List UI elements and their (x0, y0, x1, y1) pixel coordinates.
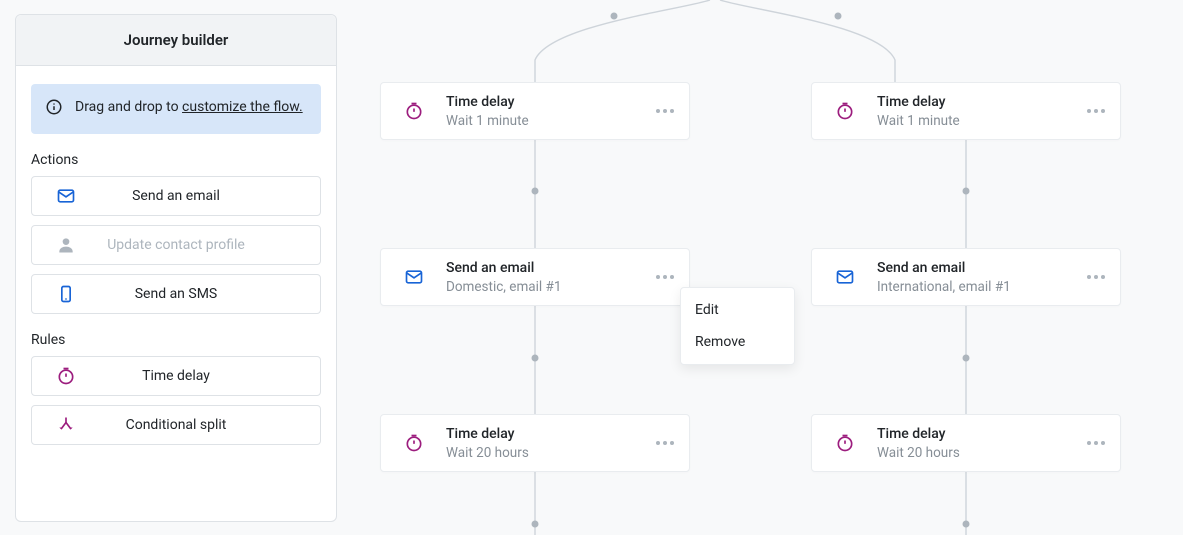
info-icon (45, 98, 63, 120)
node-time-delay[interactable]: Time delay Wait 1 minute (380, 82, 690, 140)
more-icon (656, 441, 674, 445)
more-icon (1087, 441, 1105, 445)
node-menu-button[interactable] (641, 109, 689, 113)
timer-icon (381, 433, 446, 453)
rule-conditional-split[interactable]: Conditional split (31, 405, 321, 445)
node-subtitle: Wait 1 minute (877, 113, 1064, 129)
node-time-delay[interactable]: Time delay Wait 20 hours (811, 414, 1121, 472)
node-subtitle: Wait 1 minute (446, 113, 633, 129)
node-subtitle: Wait 20 hours (877, 445, 1064, 461)
node-subtitle: Wait 20 hours (446, 445, 633, 461)
flow-canvas: Time delay Wait 1 minute Send an email D… (350, 0, 1183, 535)
more-icon (1087, 275, 1105, 279)
email-icon (32, 186, 100, 206)
node-menu-button[interactable] (1072, 109, 1120, 113)
node-title: Time delay (446, 426, 633, 442)
rule-label: Time delay (100, 368, 320, 384)
node-menu-button[interactable] (1072, 441, 1120, 445)
action-send-sms[interactable]: Send an SMS (31, 274, 321, 314)
rule-label: Conditional split (100, 417, 320, 433)
action-update-profile: Update contact profile (31, 225, 321, 265)
phone-icon (32, 284, 100, 304)
node-title: Send an email (877, 260, 1064, 276)
rule-time-delay[interactable]: Time delay (31, 356, 321, 396)
email-icon (381, 267, 446, 287)
info-banner: Drag and drop to customize the flow. (31, 84, 321, 134)
action-label: Send an email (100, 188, 320, 204)
email-icon (812, 267, 877, 287)
rules-list: Time delay Conditional split (16, 356, 336, 463)
timer-icon (812, 433, 877, 453)
more-icon (1087, 109, 1105, 113)
timer-icon (812, 101, 877, 121)
info-text: Drag and drop to customize the flow. (75, 98, 303, 117)
info-link[interactable]: customize the flow. (182, 99, 303, 115)
node-title: Time delay (877, 426, 1064, 442)
sidebar: Journey builder Drag and drop to customi… (15, 14, 337, 522)
node-body: Time delay Wait 1 minute (877, 94, 1072, 129)
node-body: Time delay Wait 20 hours (446, 426, 641, 461)
node-time-delay[interactable]: Time delay Wait 1 minute (811, 82, 1121, 140)
menu-item-remove[interactable]: Remove (681, 326, 794, 358)
node-menu-button[interactable] (641, 441, 689, 445)
node-body: Send an email Domestic, email #1 (446, 260, 641, 295)
node-title: Send an email (446, 260, 633, 276)
context-menu: Edit Remove (680, 287, 795, 365)
split-icon (32, 415, 100, 435)
action-label: Send an SMS (100, 286, 320, 302)
info-text-prefix: Drag and drop to (75, 99, 182, 115)
node-title: Time delay (877, 94, 1064, 110)
action-send-email[interactable]: Send an email (31, 176, 321, 216)
rules-label: Rules (16, 332, 336, 356)
node-title: Time delay (446, 94, 633, 110)
node-subtitle: Domestic, email #1 (446, 279, 633, 295)
node-subtitle: International, email #1 (877, 279, 1064, 295)
node-body: Send an email International, email #1 (877, 260, 1072, 295)
more-icon (656, 109, 674, 113)
actions-label: Actions (16, 152, 336, 176)
node-body: Time delay Wait 1 minute (446, 94, 641, 129)
node-body: Time delay Wait 20 hours (877, 426, 1072, 461)
actions-list: Send an email Update contact profile Sen… (16, 176, 336, 332)
node-send-email[interactable]: Send an email Domestic, email #1 (380, 248, 690, 306)
menu-item-edit[interactable]: Edit (681, 294, 794, 326)
action-label: Update contact profile (100, 237, 320, 253)
more-icon (656, 275, 674, 279)
node-send-email[interactable]: Send an email International, email #1 (811, 248, 1121, 306)
timer-icon (32, 366, 100, 386)
node-time-delay[interactable]: Time delay Wait 20 hours (380, 414, 690, 472)
node-menu-button[interactable] (1072, 275, 1120, 279)
timer-icon (381, 101, 446, 121)
sidebar-title: Journey builder (28, 31, 324, 49)
node-menu-button[interactable] (641, 275, 689, 279)
person-icon (32, 235, 100, 255)
sidebar-header: Journey builder (16, 15, 336, 66)
